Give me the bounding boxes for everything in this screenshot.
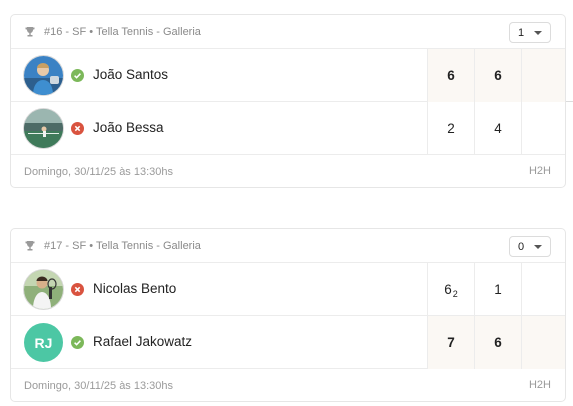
match-date: Domingo, 30/11/25 às 13:30hs xyxy=(24,379,174,392)
avatar xyxy=(24,270,63,309)
chevron-down-icon xyxy=(534,245,542,249)
set-1-score: 6 xyxy=(427,49,474,102)
trophy-icon xyxy=(24,26,36,38)
set-selector-value: 0 xyxy=(518,240,525,253)
avatar xyxy=(24,56,63,95)
set-1-score: 62 xyxy=(427,263,474,316)
match-header: #17 - SF • Tella Tennis - Galleria 0 xyxy=(11,229,565,263)
match-card: #16 - SF • Tella Tennis - Galleria 1 Joã… xyxy=(10,14,566,188)
set-2-score: 6 xyxy=(474,316,521,369)
h2h-link[interactable]: H2H xyxy=(529,379,551,391)
player-name: Nicolas Bento xyxy=(93,281,177,296)
match-date: Domingo, 30/11/25 às 13:30hs xyxy=(24,165,174,178)
set-1-score: 2 xyxy=(427,102,474,155)
x-circle-icon xyxy=(71,283,84,296)
set-selector-value: 1 xyxy=(518,26,525,39)
player-name: João Santos xyxy=(93,67,169,82)
score-value: 6 xyxy=(494,335,502,350)
player-row[interactable]: RJ Rafael Jakowatz 7 6 xyxy=(11,316,565,369)
divider xyxy=(566,101,573,102)
player-row[interactable]: João Bessa 2 4 xyxy=(11,102,565,155)
set-1-score: 7 xyxy=(427,316,474,369)
x-circle-icon xyxy=(71,122,84,135)
trophy-icon xyxy=(24,240,36,252)
score-value: 2 xyxy=(447,121,455,136)
set-2-score: 4 xyxy=(474,102,521,155)
set-3-score xyxy=(521,263,565,316)
avatar xyxy=(24,109,63,148)
match-title: #17 - SF • Tella Tennis - Galleria xyxy=(44,239,201,252)
score-value: 7 xyxy=(447,335,455,350)
check-circle-icon xyxy=(71,69,84,82)
match-footer: Domingo, 30/11/25 às 13:30hs H2H xyxy=(11,369,565,401)
set-selector[interactable]: 0 xyxy=(509,236,551,257)
score-value: 6 xyxy=(447,68,455,83)
player-name: Rafael Jakowatz xyxy=(93,334,193,349)
player-name: João Bessa xyxy=(93,120,164,135)
match-title: #16 - SF • Tella Tennis - Galleria xyxy=(44,25,201,38)
set-2-score: 1 xyxy=(474,263,521,316)
player-row[interactable]: João Santos 6 6 xyxy=(11,49,565,102)
match-header: #16 - SF • Tella Tennis - Galleria 1 xyxy=(11,15,565,49)
set-3-score xyxy=(521,102,565,155)
h2h-link[interactable]: H2H xyxy=(529,165,551,177)
avatar: RJ xyxy=(24,323,63,362)
avatar-initials: RJ xyxy=(34,334,53,351)
match-footer: Domingo, 30/11/25 às 13:30hs H2H xyxy=(11,155,565,187)
match-card: #17 - SF • Tella Tennis - Galleria 0 Nic… xyxy=(10,228,566,402)
score-value: 6 xyxy=(494,68,502,83)
set-selector[interactable]: 1 xyxy=(509,22,551,43)
player-row[interactable]: Nicolas Bento 62 1 xyxy=(11,263,565,316)
set-2-score: 6 xyxy=(474,49,521,102)
set-3-score xyxy=(521,49,565,102)
score-value: 1 xyxy=(494,282,502,297)
score-value: 6 xyxy=(444,282,452,297)
chevron-down-icon xyxy=(534,31,542,35)
score-value: 4 xyxy=(494,121,502,136)
check-circle-icon xyxy=(71,336,84,349)
set-3-score xyxy=(521,316,565,369)
tiebreak-score: 2 xyxy=(452,288,458,299)
